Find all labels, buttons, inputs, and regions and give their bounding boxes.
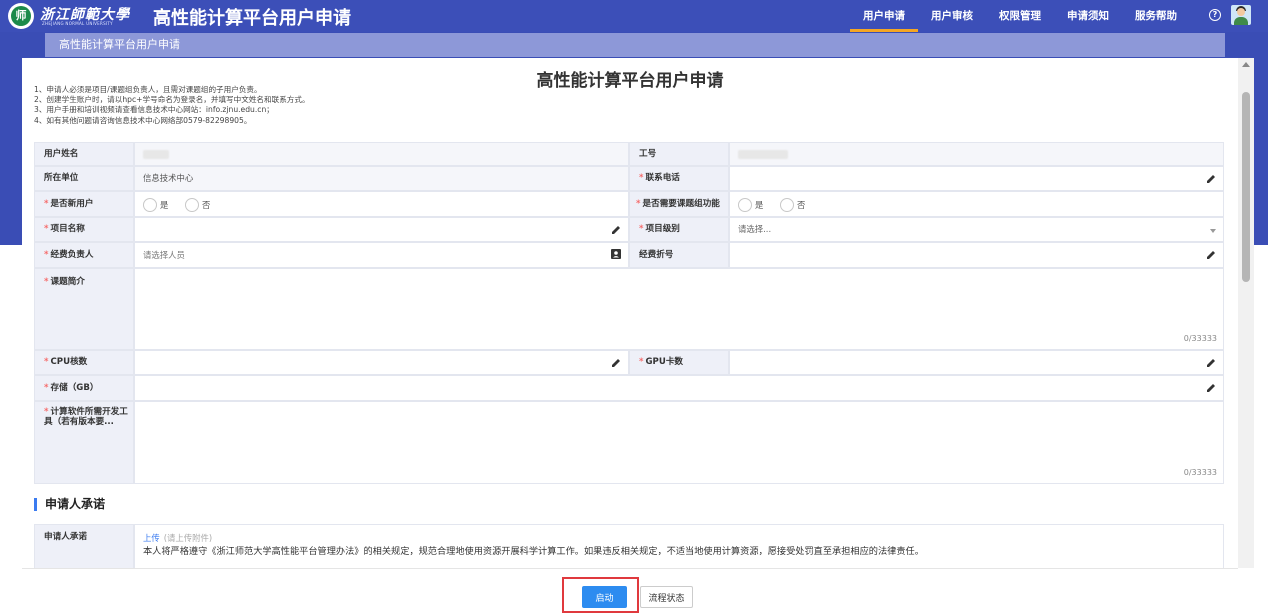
funding-no-input[interactable] — [729, 242, 1224, 268]
vertical-scrollbar[interactable] — [1238, 58, 1254, 568]
char-counter: 0/33333 — [1183, 334, 1217, 343]
flow-status-button[interactable]: 流程状态 — [640, 586, 693, 608]
main-nav: 用户申请 用户审核 权限管理 申请须知 服务帮助 — [850, 0, 1190, 32]
school-name-en: ZHEJIANG NORMAL UNIVERSITY — [42, 21, 113, 26]
need-group-no-radio[interactable] — [780, 197, 795, 212]
new-user-yes-radio[interactable] — [143, 197, 157, 212]
footer-divider — [22, 568, 1238, 569]
label-project-name: * 项目名称 — [34, 217, 134, 242]
user-name-value — [134, 142, 629, 166]
job-no-value — [729, 142, 1224, 166]
commitment-text: 本人将严格遵守《浙江师范大学高性能平台管理办法》的相关规定，规范合理地使用资源开… — [143, 546, 924, 557]
person-card-icon[interactable] — [610, 248, 622, 260]
label-funding-owner: * 经费负责人 — [34, 242, 134, 268]
label-cpu: * CPU核数 — [34, 350, 134, 375]
edit-pencil-icon — [1207, 384, 1215, 392]
nav-user-apply[interactable]: 用户申请 — [850, 0, 918, 32]
app-title: 高性能计算平台用户申请 — [153, 8, 351, 29]
label-project-level: * 项目级别 — [629, 217, 729, 242]
software-textarea[interactable]: 0/33333 — [134, 401, 1224, 484]
user-avatar-icon[interactable] — [1231, 5, 1251, 25]
new-user-radio-group: 是 否 — [134, 191, 629, 217]
edit-pencil-icon — [1207, 251, 1215, 259]
form-panel: 高性能计算平台用户申请 1、申请人必须是项目/课题组负责人，且需对课题组的子用户… — [22, 58, 1238, 568]
label-need-group: * 是否需要课题组功能 — [629, 191, 729, 217]
intro-textarea[interactable]: 0/33333 — [134, 268, 1224, 350]
label-funding-no: 经费折号 — [629, 242, 729, 268]
funding-owner-placeholder: 请选择人员 — [143, 250, 185, 260]
nav-user-review[interactable]: 用户审核 — [918, 0, 986, 32]
upload-link[interactable]: 上传 — [143, 533, 160, 543]
label-job-no: 工号 — [629, 142, 729, 166]
project-level-placeholder: 请选择... — [738, 224, 772, 234]
commitment-value: 上传 (请上传附件) 本人将严格遵守《浙江师范大学高性能平台管理办法》的相关规定，… — [134, 524, 1224, 568]
top-navigation-bar: 师 浙江師範大學 ZHEJIANG NORMAL UNIVERSITY 高性能计… — [0, 0, 1268, 32]
note-line: 3、用户手册和培训视频请查看信息技术中心网站：info.zjnu.edu.cn； — [34, 105, 274, 115]
unit-value: 信息技术中心 — [134, 166, 629, 191]
nav-permission[interactable]: 权限管理 — [986, 0, 1054, 32]
logo-emblem: 师 — [11, 6, 31, 26]
school-logo: 师 — [8, 3, 34, 29]
label-software: * 计算软件所需开发工具（若有版本要... — [34, 401, 134, 484]
note-line: 1、申请人必须是项目/课题组负责人，且需对课题组的子用户负责。 — [34, 85, 262, 94]
note-line: 2、创建学生账户时，请以hpc+学号命名为登录名，并填写中文姓名和联系方式。 — [34, 95, 310, 105]
radio-label: 否 — [202, 199, 211, 210]
form-notes: 1、申请人必须是项目/课题组负责人，且需对课题组的子用户负责。 2、创建学生账户… — [34, 85, 310, 126]
need-group-yes-radio[interactable] — [738, 197, 752, 212]
storage-input[interactable] — [134, 375, 1224, 401]
gpu-input[interactable] — [729, 350, 1224, 375]
edit-pencil-icon — [1207, 359, 1215, 367]
label-commitment: 申请人承诺 — [34, 524, 134, 568]
phone-input[interactable] — [729, 166, 1224, 191]
new-user-no-radio[interactable] — [185, 197, 200, 212]
upload-hint: (请上传附件) — [163, 533, 213, 543]
label-intro: * 课题简介 — [34, 268, 134, 350]
radio-label: 是 — [755, 199, 764, 210]
section-title: 申请人承诺 — [34, 498, 105, 511]
question-circle-icon[interactable]: ? — [1209, 9, 1221, 21]
project-name-input[interactable] — [134, 217, 629, 242]
start-button[interactable]: 启动 — [582, 586, 627, 608]
label-user-name: 用户姓名 — [34, 142, 134, 166]
edit-pencil-icon — [612, 359, 620, 367]
cpu-input[interactable] — [134, 350, 629, 375]
edit-pencil-icon — [1207, 175, 1215, 183]
char-counter: 0/33333 — [1183, 468, 1217, 477]
label-phone: * 联系电话 — [629, 166, 729, 191]
label-unit: 所在单位 — [34, 166, 134, 191]
scrollbar-thumb[interactable] — [1242, 92, 1250, 282]
label-gpu: * GPU卡数 — [629, 350, 729, 375]
nav-service-help[interactable]: 服务帮助 — [1122, 0, 1190, 32]
need-group-radio-group: 是 否 — [729, 191, 1224, 217]
label-storage: * 存储（GB） — [34, 375, 134, 401]
label-new-user: * 是否新用户 — [34, 191, 134, 217]
radio-label: 否 — [797, 199, 806, 210]
project-level-select[interactable]: 请选择... — [729, 217, 1224, 242]
note-line: 4、如有其他问题请咨询信息技术中心网络部0579-82298905。 — [34, 115, 252, 125]
edit-pencil-icon — [612, 226, 620, 234]
nav-apply-notice[interactable]: 申请须知 — [1054, 0, 1122, 32]
breadcrumb: 高性能计算平台用户申请 — [45, 33, 1225, 57]
chevron-down-icon — [1210, 229, 1216, 233]
funding-owner-picker[interactable]: 请选择人员 — [134, 242, 629, 268]
radio-label: 是 — [160, 199, 169, 210]
scroll-up-arrow-icon[interactable] — [1242, 62, 1250, 67]
